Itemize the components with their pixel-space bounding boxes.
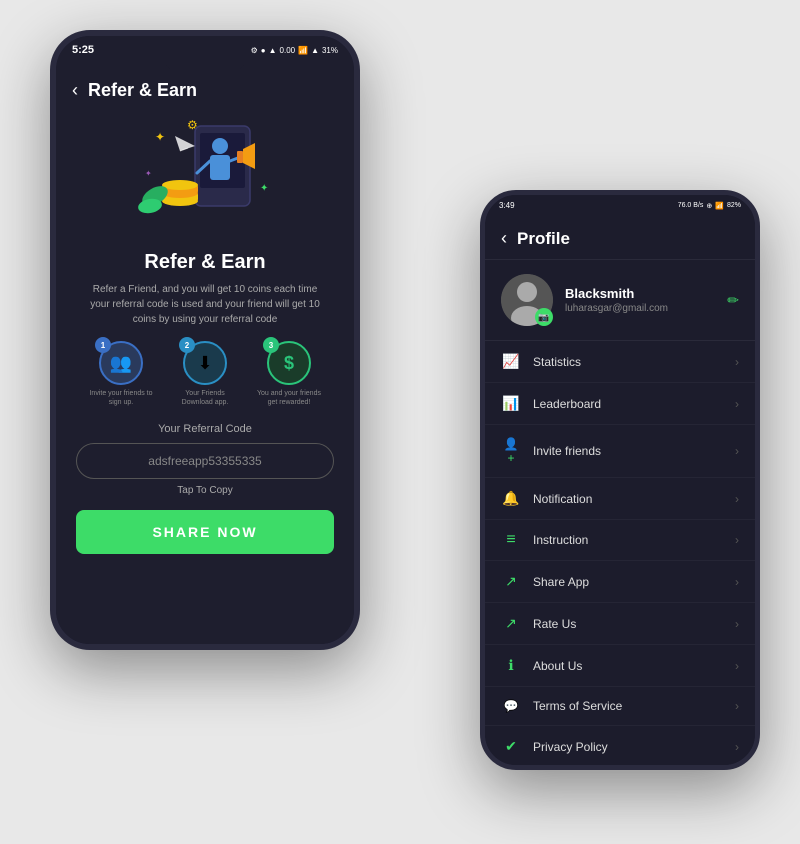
back-button-1[interactable]: ‹ — [72, 80, 78, 101]
scene: 5:25 ⚙ ● ▲ 0.00 📶 ▲ 31% ‹ Refer & Earn — [0, 0, 800, 844]
step-3-label: You and your friends get rewarded! — [254, 389, 324, 407]
chevron-icon: › — [735, 355, 739, 369]
about-us-label: About Us — [533, 659, 723, 673]
svg-text:✦: ✦ — [155, 130, 165, 144]
svg-text:⚙: ⚙ — [187, 118, 198, 132]
profile-section: 📷 Blacksmith luharasgar@gmail.com ✏ — [485, 260, 755, 341]
privacy-icon: ✔ — [501, 738, 521, 755]
edit-profile-button[interactable]: ✏ — [727, 292, 739, 309]
tap-copy-label: Tap To Copy — [177, 485, 232, 496]
step-1: 1 👥 Invite your friends to sign up. — [86, 341, 156, 407]
notch-2 — [585, 212, 655, 220]
leaderboard-label: Leaderboard — [533, 397, 723, 411]
menu-item-instruction[interactable]: ≡ Instruction › — [485, 520, 755, 561]
step-2-number: 2 — [179, 337, 195, 353]
step-2-circle: 2 ⬇ — [183, 341, 227, 385]
chevron-icon: › — [735, 575, 739, 589]
notification-label: Notification — [533, 492, 723, 506]
rate-us-label: Rate Us — [533, 617, 723, 631]
phone1: 5:25 ⚙ ● ▲ 0.00 📶 ▲ 31% ‹ Refer & Earn — [50, 30, 360, 650]
back-button-2[interactable]: ‹ — [501, 228, 507, 249]
phone1-content: ✦ ✦ ✦ ⚙ Refer & Earn Refer a Friend, — [56, 111, 354, 644]
menu-item-privacy[interactable]: ✔ Privacy Policy › — [485, 726, 755, 765]
share-app-label: Share App — [533, 575, 723, 589]
header-1: ‹ Refer & Earn — [56, 70, 354, 111]
share-now-button[interactable]: SHARE NOW — [76, 510, 334, 554]
time-1: 5:25 — [72, 44, 94, 56]
statistics-icon: 📈 — [501, 353, 521, 370]
menu-item-share-app[interactable]: ↗ Share App › — [485, 561, 755, 603]
notification-icon: 🔔 — [501, 490, 521, 507]
chevron-icon: › — [735, 397, 739, 411]
illustration-svg: ✦ ✦ ✦ ⚙ — [125, 111, 285, 241]
instruction-icon: ≡ — [501, 532, 521, 548]
chevron-icon: › — [735, 492, 739, 506]
page-title-1: Refer & Earn — [88, 80, 197, 101]
profile-email: luharasgar@gmail.com — [565, 303, 715, 314]
avatar-wrapper: 📷 — [501, 274, 553, 326]
statistics-label: Statistics — [533, 355, 723, 369]
refer-description: Refer a Friend, and you will get 10 coin… — [76, 282, 334, 327]
step-1-number: 1 — [95, 337, 111, 353]
terms-icon: 💬 — [501, 699, 521, 713]
phone2: 3:49 76.0 B/s ⊕ 📶 82% ‹ Profile — [480, 190, 760, 770]
time-2: 3:49 — [499, 201, 515, 210]
invite-friends-icon: 👤+ — [501, 437, 521, 465]
instruction-label: Instruction — [533, 533, 723, 547]
camera-icon[interactable]: 📷 — [535, 308, 553, 326]
refer-illustration: ✦ ✦ ✦ ⚙ — [125, 111, 285, 241]
rate-us-icon: ↗ — [501, 615, 521, 632]
menu-item-notification[interactable]: 🔔 Notification › — [485, 478, 755, 520]
chevron-icon: › — [735, 533, 739, 547]
step-1-label: Invite your friends to sign up. — [86, 389, 156, 407]
step-2: 2 ⬇ Your Friends Download app. — [170, 341, 240, 407]
menu-item-invite-friends[interactable]: 👤+ Invite friends › — [485, 425, 755, 478]
chevron-icon: › — [735, 659, 739, 673]
svg-text:✦: ✦ — [145, 169, 152, 178]
menu-list: 📈 Statistics › 📊 Leaderboard › 👤+ Invite… — [485, 341, 755, 765]
step-3-number: 3 — [263, 337, 279, 353]
chevron-icon: › — [735, 617, 739, 631]
leaderboard-icon: 📊 — [501, 395, 521, 412]
chevron-icon: › — [735, 699, 739, 713]
status-bar-2: 3:49 76.0 B/s ⊕ 📶 82% — [485, 195, 755, 212]
status-bar-1: 5:25 ⚙ ● ▲ 0.00 📶 ▲ 31% — [56, 36, 354, 60]
steps-row: 1 👥 Invite your friends to sign up. 2 ⬇ … — [86, 341, 324, 407]
menu-item-leaderboard[interactable]: 📊 Leaderboard › — [485, 383, 755, 425]
profile-name: Blacksmith — [565, 286, 715, 301]
share-app-icon: ↗ — [501, 573, 521, 590]
page-title-2: Profile — [517, 229, 570, 249]
step-3: 3 $ You and your friends get rewarded! — [254, 341, 324, 407]
invite-friends-label: Invite friends — [533, 444, 723, 458]
terms-label: Terms of Service — [533, 699, 723, 713]
step-2-label: Your Friends Download app. — [170, 389, 240, 407]
menu-item-about-us[interactable]: ℹ About Us › — [485, 645, 755, 687]
step-1-circle: 1 👥 — [99, 341, 143, 385]
menu-item-rate-us[interactable]: ↗ Rate Us › — [485, 603, 755, 645]
chevron-icon: › — [735, 740, 739, 754]
privacy-label: Privacy Policy — [533, 740, 723, 754]
notch-1 — [165, 60, 245, 70]
refer-title: Refer & Earn — [144, 251, 265, 274]
chevron-icon: › — [735, 444, 739, 458]
profile-info: Blacksmith luharasgar@gmail.com — [565, 286, 715, 314]
about-us-icon: ℹ — [501, 657, 521, 674]
menu-item-terms[interactable]: 💬 Terms of Service › — [485, 687, 755, 726]
status-icons-1: ⚙ ● ▲ 0.00 📶 ▲ 31% — [251, 46, 338, 55]
header-2: ‹ Profile — [485, 220, 755, 260]
menu-item-statistics[interactable]: 📈 Statistics › — [485, 341, 755, 383]
step-3-circle: 3 $ — [267, 341, 311, 385]
referral-code: adsfreeapp53355335 — [76, 443, 334, 479]
code-label: Your Referral Code — [158, 423, 252, 435]
svg-text:✦: ✦ — [260, 183, 268, 194]
status-icons-2: 76.0 B/s ⊕ 📶 82% — [678, 202, 741, 210]
